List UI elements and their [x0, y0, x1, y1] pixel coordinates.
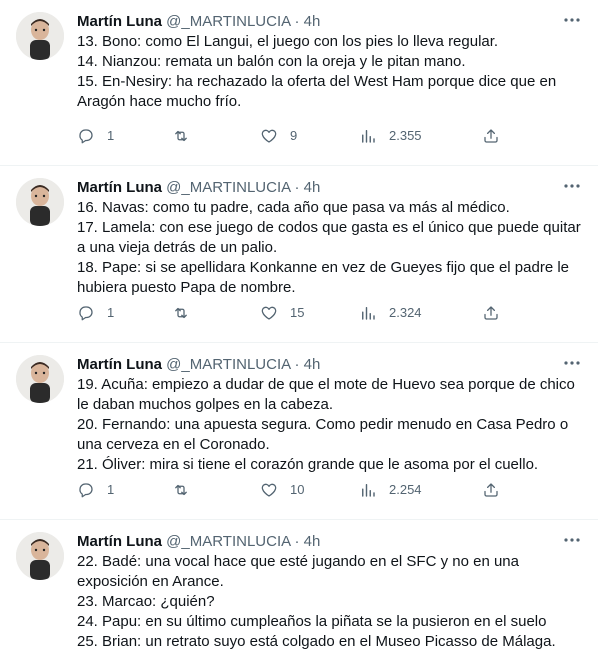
tweet[interactable]: Martín Luna @_MARTINLUCIA · 4h 16. Navas… — [0, 166, 598, 343]
reply-button[interactable]: 1 — [77, 480, 114, 500]
tweet[interactable]: Martín Luna @_MARTINLUCIA · 4h 22. Badé:… — [0, 520, 598, 651]
tweet-line: 21. Óliver: mira si tiene el corazón gra… — [77, 456, 539, 473]
reply-count: 1 — [107, 128, 115, 143]
tweet-line: 14. Nianzou: remata un balón con la orej… — [77, 53, 466, 70]
reply-count: 1 — [107, 482, 115, 497]
views-chart-icon — [362, 307, 375, 320]
separator-dot: · — [294, 179, 300, 196]
more-horizontal-icon[interactable] — [562, 10, 582, 30]
avatar[interactable] — [16, 532, 64, 580]
user-handle[interactable]: @_MARTINLUCIA — [166, 533, 290, 550]
reply-button[interactable]: 1 — [77, 303, 114, 323]
tweet-line: 20. Fernando: una apuesta segura. Como p… — [77, 416, 569, 433]
tweet-header: Martín Luna @_MARTINLUCIA · 4h — [77, 355, 582, 375]
share-icon — [484, 483, 498, 497]
share-icon — [484, 129, 498, 143]
more-horizontal-icon[interactable] — [562, 530, 582, 550]
heart-icon — [261, 306, 277, 320]
retweet-button[interactable] — [172, 126, 202, 146]
like-button[interactable]: 9 — [260, 126, 297, 146]
tweet-line: 25. Brian: un retrato suyo está colgado … — [77, 633, 556, 650]
tweet-header: Martín Luna @_MARTINLUCIA · 4h — [77, 12, 582, 32]
views-button[interactable]: 2.355 — [359, 126, 422, 146]
views-button[interactable]: 2.254 — [359, 480, 422, 500]
avatar[interactable] — [16, 178, 64, 226]
heart-icon — [261, 129, 277, 143]
tweet-text: 16. Navas: como tu padre, cada año que p… — [77, 198, 582, 298]
tweet-actions: 1 15 2.324 — [77, 303, 517, 323]
views-chart-icon — [362, 130, 375, 143]
tweet-text: 22. Badé: una vocal hace que esté jugand… — [77, 552, 582, 652]
tweet-actions: 1 9 2.355 — [77, 126, 517, 146]
reply-icon — [79, 483, 93, 498]
separator-dot: · — [294, 356, 300, 373]
timestamp[interactable]: 4h — [304, 179, 321, 196]
views-chart-icon — [362, 484, 375, 497]
tweet-text: 13. Bono: como El Langui, el juego con l… — [77, 32, 582, 112]
separator-dot: · — [294, 13, 300, 30]
views-count: 2.254 — [389, 482, 422, 497]
tweet-header: Martín Luna @_MARTINLUCIA · 4h — [77, 178, 582, 198]
tweet-header: Martín Luna @_MARTINLUCIA · 4h — [77, 532, 582, 552]
like-count: 9 — [290, 128, 298, 143]
reply-button[interactable]: 1 — [77, 126, 114, 146]
tweet-text: 19. Acuña: empiezo a dudar de que el mot… — [77, 375, 582, 475]
display-name[interactable]: Martín Luna — [77, 179, 162, 196]
timestamp[interactable]: 4h — [304, 13, 321, 30]
avatar[interactable] — [16, 12, 64, 60]
tweet-line: 13. Bono: como El Langui, el juego con l… — [77, 33, 499, 50]
tweet-line: 24. Papu: en su último cumpleaños la piñ… — [77, 613, 547, 630]
retweet-icon — [175, 484, 187, 496]
like-count: 15 — [290, 305, 305, 320]
tweet-line: una cerveza en el Coronado. — [77, 436, 270, 453]
views-count: 2.324 — [389, 305, 422, 320]
views-count: 2.355 — [389, 128, 422, 143]
like-button[interactable]: 10 — [260, 480, 304, 500]
separator-dot: · — [294, 533, 300, 550]
more-horizontal-icon[interactable] — [562, 176, 582, 196]
share-button[interactable] — [482, 126, 500, 146]
reply-icon — [79, 306, 93, 321]
timestamp[interactable]: 4h — [304, 356, 321, 373]
retweet-button[interactable] — [172, 480, 202, 500]
avatar[interactable] — [16, 355, 64, 403]
tweet[interactable]: Martín Luna @_MARTINLUCIA · 4h 13. Bono:… — [0, 0, 598, 166]
tweet-line: 17. Lamela: con ese juego de codos que g… — [77, 219, 581, 236]
share-button[interactable] — [482, 303, 500, 323]
timestamp[interactable]: 4h — [304, 533, 321, 550]
tweet-line: Aragón hace mucho frío. — [77, 93, 242, 110]
tweet-line: 23. Marcao: ¿quién? — [77, 593, 215, 610]
tweet-line: 22. Badé: una vocal hace que esté jugand… — [77, 553, 519, 570]
user-handle[interactable]: @_MARTINLUCIA — [166, 13, 290, 30]
tweet-line: 18. Pape: si se apellidara Konkanne en v… — [77, 259, 569, 276]
tweet-line: 16. Navas: como tu padre, cada año que p… — [77, 199, 510, 216]
display-name[interactable]: Martín Luna — [77, 356, 162, 373]
tweet-line: 15. En-Nesiry: ha rechazado la oferta de… — [77, 73, 557, 90]
more-horizontal-icon[interactable] — [562, 353, 582, 373]
display-name[interactable]: Martín Luna — [77, 13, 162, 30]
retweet-icon — [175, 307, 187, 319]
like-count: 10 — [290, 482, 305, 497]
reply-count: 1 — [107, 305, 115, 320]
share-icon — [484, 306, 498, 320]
heart-icon — [261, 483, 277, 497]
like-button[interactable]: 15 — [260, 303, 304, 323]
tweet-line: le daban muchos golpes en la cabeza. — [77, 396, 334, 413]
tweet[interactable]: Martín Luna @_MARTINLUCIA · 4h 19. Acuña… — [0, 343, 598, 520]
tweet-actions: 1 10 2.254 — [77, 480, 517, 500]
retweet-button[interactable] — [172, 303, 202, 323]
tweet-line: exposición en Arance. — [77, 573, 224, 590]
views-button[interactable]: 2.324 — [359, 303, 422, 323]
share-button[interactable] — [482, 480, 500, 500]
tweet-line: 19. Acuña: empiezo a dudar de que el mot… — [77, 376, 575, 393]
tweet-line: a una vieja detrás de un palio. — [77, 239, 278, 256]
display-name[interactable]: Martín Luna — [77, 533, 162, 550]
user-handle[interactable]: @_MARTINLUCIA — [166, 356, 290, 373]
reply-icon — [79, 129, 93, 144]
retweet-icon — [175, 130, 187, 142]
tweet-line: hubiera puesto Papa de nombre. — [77, 279, 296, 296]
user-handle[interactable]: @_MARTINLUCIA — [166, 179, 290, 196]
